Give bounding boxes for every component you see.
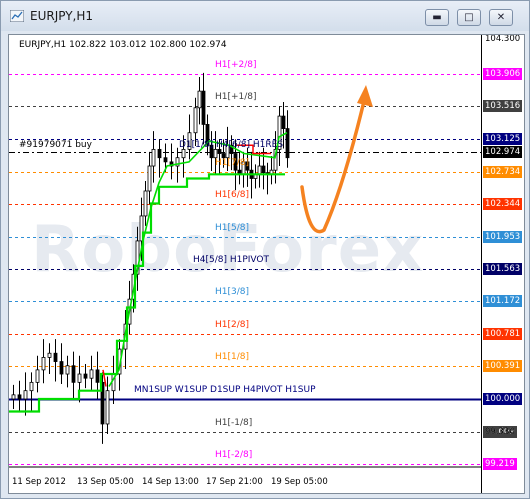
candle-body-49 <box>257 165 262 175</box>
candle-body-11 <box>77 373 82 383</box>
candle-body-26 <box>151 148 156 167</box>
level-label-1: H1[+1/8] <box>215 91 257 102</box>
candle-body-3 <box>29 381 34 392</box>
chart-area[interactable]: RoboForex 103.906 103.516 103.125 102.974 10… <box>8 34 525 494</box>
price-tag-3: 102.974 <box>483 146 523 158</box>
resistance-cluster-label: D1[1/8] H4[6/8] H1RES <box>179 140 284 150</box>
candle-body-39 <box>217 148 222 154</box>
time-label-2: 14 Sep 13:00 <box>142 477 199 487</box>
price-tag-4: 102.734 <box>483 166 523 178</box>
close-icon: ✕ <box>496 12 506 23</box>
level-label-9: H1[2/8] <box>215 319 250 330</box>
chart-app-icon <box>10 10 24 22</box>
open-value: 102.822 <box>69 40 107 50</box>
level-label-13: H1[-2/8] <box>215 449 253 460</box>
candle-body-1 <box>17 394 22 400</box>
candle-body-33 <box>193 107 198 134</box>
title-bar[interactable]: EURJPY,H1 ▬ □ ✕ <box>1 1 529 31</box>
candle-body-13 <box>89 369 94 379</box>
price-tag-5: 102.344 <box>483 198 523 210</box>
low-value: 102.800 <box>149 40 187 50</box>
minimize-button[interactable]: ▬ <box>425 9 449 26</box>
candle-body-7 <box>53 352 58 362</box>
minimize-icon: ▬ <box>432 12 442 23</box>
price-tag-8: 101.172 <box>483 295 523 307</box>
price-tag-1: 103.516 <box>483 100 523 112</box>
close-value: 102.974 <box>189 40 227 50</box>
level-label-8: H1[3/8] <box>215 286 250 297</box>
candle-body-2 <box>23 390 28 400</box>
candle-body-55 <box>281 115 286 129</box>
level-label-12: H1[-1/8] <box>215 417 253 428</box>
candle-body-10 <box>71 365 76 383</box>
price-tag-2: 103.125 <box>483 133 523 145</box>
price-tag-13: 99.219 <box>483 458 517 470</box>
level-label-7: H4[5/8] H1PIVOT <box>193 254 270 265</box>
level-label-4: H1[7/8] <box>215 157 250 168</box>
price-tag-9: 100.781 <box>483 328 523 340</box>
candle-body-5 <box>41 356 46 371</box>
candle-body-50 <box>261 165 266 174</box>
forecast-arrow-path <box>300 95 367 234</box>
level-label-6: H1[5/8] <box>215 222 250 233</box>
candle-body-6 <box>47 352 52 358</box>
axis-bottom-label: 99.330 <box>485 427 515 437</box>
forecast-arrow-head <box>357 85 373 107</box>
candle-body-35 <box>201 90 206 125</box>
chart-info: EURJPY,H1 102.822 103.012 102.800 102.97… <box>19 40 227 50</box>
candle-body-25 <box>147 165 152 192</box>
price-tag-0: 103.906 <box>483 68 523 80</box>
time-label-3: 17 Sep 21:00 <box>206 477 263 487</box>
candle-body-34 <box>197 90 202 109</box>
window-title: EURJPY,H1 <box>30 9 94 23</box>
restore-button[interactable]: □ <box>457 9 481 26</box>
candle-body-38 <box>213 148 218 159</box>
symbol-label: EURJPY,H1 <box>19 40 67 50</box>
high-value: 103.012 <box>109 40 147 50</box>
time-label-1: 13 Sep 05:00 <box>77 477 134 487</box>
level-label-10: H1[1/8] <box>215 351 250 362</box>
price-tag-6: 101.953 <box>483 231 523 243</box>
close-button[interactable]: ✕ <box>489 9 513 26</box>
axis-top-label: 104.300 <box>485 34 521 44</box>
price-tag-10: 100.391 <box>483 360 523 372</box>
chart-window: EURJPY,H1 ▬ □ ✕ RoboForex 103.906 103.516… <box>0 0 530 499</box>
price-tag-11: 100.000 <box>483 393 523 405</box>
candle-body-0 <box>11 394 16 400</box>
candle-body-4 <box>35 369 40 383</box>
candle-body-31 <box>181 148 186 159</box>
candle-body-8 <box>59 361 64 375</box>
level-label-11: MN1SUP W1SUP D1SUP H4PIVOT H1SUP <box>134 384 316 395</box>
candle-body-14 <box>95 369 100 383</box>
candle-body-12 <box>83 373 88 379</box>
level-label-0: H1[+2/8] <box>215 59 257 70</box>
order-label: #91979071 buy <box>19 140 92 150</box>
time-label-4: 19 Sep 05:00 <box>271 477 328 487</box>
restore-icon: □ <box>464 12 474 23</box>
time-label-0: 11 Sep 2012 <box>12 477 66 487</box>
candle-body-9 <box>65 365 70 375</box>
price-tag-7: 101.563 <box>483 263 523 275</box>
candle-body-28 <box>163 157 168 163</box>
candle-body-24 <box>143 190 148 217</box>
candle-body-27 <box>157 148 162 159</box>
candle-body-16 <box>105 390 110 425</box>
level-label-5: H1[6/8] <box>215 189 250 200</box>
